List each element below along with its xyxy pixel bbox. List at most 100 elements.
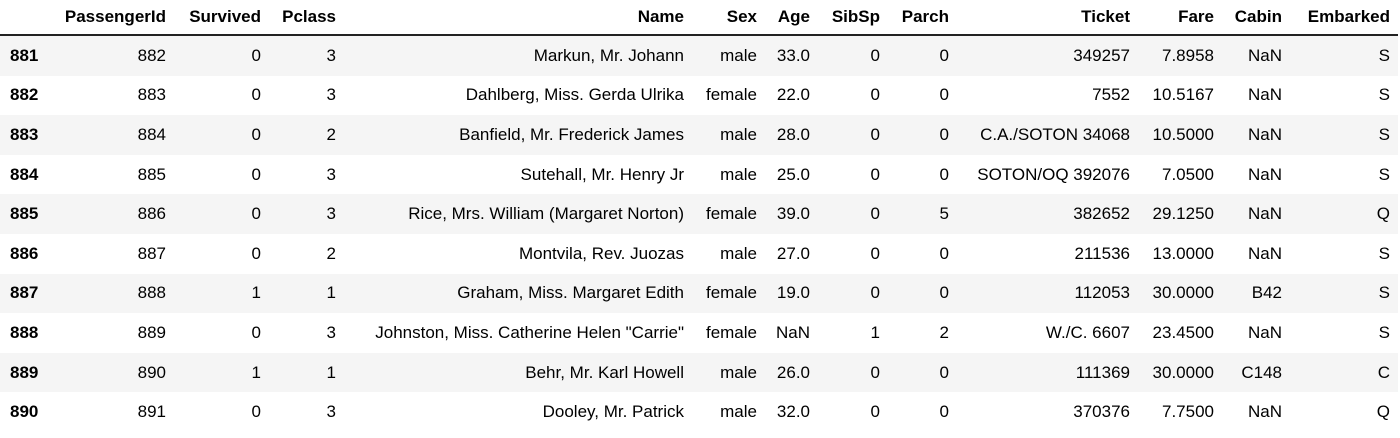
cell-fare: 7.7500 xyxy=(1162,402,1214,422)
cell-fare: 29.1250 xyxy=(1152,204,1214,224)
cell-ticket: W./C. 6607 xyxy=(1045,322,1130,342)
cell-fare: 7.8958 xyxy=(1162,45,1214,65)
cell-name: Rice, Mrs. William (Margaret Norton) xyxy=(408,204,684,224)
cell-survived: 0 xyxy=(251,322,261,342)
cell-pclass: 2 xyxy=(326,124,336,144)
cell-name: Behr, Mr. Karl Howell xyxy=(525,362,684,382)
cell-cabin: B42 xyxy=(1251,283,1282,303)
cell-parch: 0 xyxy=(939,45,949,65)
cell-age: NaN xyxy=(775,322,810,342)
cell-ticket: 370376 xyxy=(1073,402,1130,422)
cell-parch: 0 xyxy=(939,243,949,263)
column-header-fare: Fare xyxy=(1138,0,1222,36)
cell-ticket: 7552 xyxy=(1092,85,1130,105)
cell-age: 19.0 xyxy=(776,283,810,303)
cell-ticket: 211536 xyxy=(1074,243,1130,263)
cell-fare: 23.4500 xyxy=(1152,322,1214,342)
cell-ticket: SOTON/OQ 392076 xyxy=(977,164,1130,184)
column-header-survived: Survived xyxy=(174,0,269,36)
cell-sibsp: 0 xyxy=(870,362,880,382)
cell-name: Montvila, Rev. Juozas xyxy=(518,243,684,263)
column-header-pclass: Pclass xyxy=(269,0,344,36)
cell-cabin: NaN xyxy=(1247,204,1282,224)
column-header-passengerid: PassengerId xyxy=(50,0,174,36)
cell-pclass: 3 xyxy=(326,164,336,184)
cell-passengerid: 887 xyxy=(137,243,166,263)
cell-sibsp: 0 xyxy=(870,402,880,422)
cell-ticket: 112053 xyxy=(1074,283,1130,303)
cell-age: 39.0 xyxy=(776,204,810,224)
cell-sex: female xyxy=(705,283,757,303)
cell-parch: 2 xyxy=(939,322,949,342)
cell-sex: female xyxy=(705,322,757,342)
cell-survived: 0 xyxy=(251,124,261,144)
cell-fare: 30.0000 xyxy=(1152,362,1214,382)
table-row: 884 885 0 3 Sutehall, Mr. Henry Jr male 25.0 0 0… xyxy=(0,154,1398,195)
cell-embarked: S xyxy=(1378,243,1390,263)
cell-passengerid: 890 xyxy=(137,362,166,382)
table-row: 889 890 1 1 Behr, Mr. Karl Howell male 26.0 0 0 1… xyxy=(0,352,1398,393)
cell-passengerid: 883 xyxy=(137,85,166,105)
cell-cabin: NaN xyxy=(1247,124,1282,144)
column-header-ticket: Ticket xyxy=(957,0,1138,36)
cell-ticket: 111369 xyxy=(1075,362,1130,382)
row-index: 886 xyxy=(10,243,39,263)
cell-pclass: 3 xyxy=(326,45,336,65)
table-row: 882 883 0 3 Dahlberg, Miss. Gerda Ulrika fema… xyxy=(0,75,1398,116)
cell-passengerid: 882 xyxy=(137,45,166,65)
cell-survived: 0 xyxy=(251,85,261,105)
cell-fare: 7.0500 xyxy=(1162,164,1214,184)
cell-parch: 0 xyxy=(939,124,949,144)
cell-name: Banfield, Mr. Frederick James xyxy=(459,124,684,144)
cell-ticket: 349257 xyxy=(1073,45,1130,65)
cell-sibsp: 0 xyxy=(870,243,880,263)
cell-sibsp: 1 xyxy=(870,322,880,342)
cell-survived: 1 xyxy=(251,362,261,382)
cell-passengerid: 891 xyxy=(137,402,166,422)
cell-embarked: S xyxy=(1378,283,1390,303)
cell-age: 32.0 xyxy=(776,402,810,422)
cell-survived: 0 xyxy=(251,204,261,224)
table-row: 888 889 0 3 Johnston, Miss. Catherine Helen … xyxy=(0,313,1398,353)
dataframe-table: PassengerId Survived Pclass Name Sex Age SibSp… xyxy=(0,0,1398,432)
cell-fare: 13.0000 xyxy=(1152,243,1214,263)
cell-age: 22.0 xyxy=(776,85,810,105)
cell-pclass: 3 xyxy=(326,85,336,105)
cell-embarked: C xyxy=(1377,362,1390,382)
table-row: 887 888 1 1 Graham, Miss. Margaret Edith fema… xyxy=(0,273,1398,314)
table-row: 883 884 0 2 Banfield, Mr. Frederick James mal… xyxy=(0,115,1398,155)
cell-sibsp: 0 xyxy=(870,45,880,65)
row-index: 889 xyxy=(10,362,39,382)
cell-embarked: Q xyxy=(1376,402,1390,422)
cell-embarked: Q xyxy=(1376,204,1390,224)
cell-pclass: 3 xyxy=(326,402,336,422)
cell-cabin: NaN xyxy=(1247,45,1282,65)
header-row: PassengerId Survived Pclass Name Sex Age SibSp… xyxy=(0,0,1398,36)
cell-cabin: NaN xyxy=(1247,85,1282,105)
index-header xyxy=(0,0,50,36)
cell-survived: 0 xyxy=(251,402,261,422)
row-index: 888 xyxy=(10,322,39,342)
table-row: 885 886 0 3 Rice, Mrs. William (Margaret Nor… xyxy=(0,194,1398,234)
cell-cabin: NaN xyxy=(1247,164,1282,184)
cell-sex: male xyxy=(720,164,757,184)
cell-cabin: NaN xyxy=(1247,243,1282,263)
cell-sex: female xyxy=(705,85,757,105)
column-header-sibsp: SibSp xyxy=(818,0,888,36)
column-header-sex: Sex xyxy=(692,0,765,36)
cell-sex: male xyxy=(720,124,757,144)
row-index: 890 xyxy=(10,402,39,422)
cell-survived: 0 xyxy=(251,243,261,263)
cell-pclass: 3 xyxy=(326,204,336,224)
row-index: 883 xyxy=(10,124,39,144)
row-index: 882 xyxy=(10,85,39,105)
cell-sibsp: 0 xyxy=(870,164,880,184)
table-header: PassengerId Survived Pclass Name Sex Age SibSp… xyxy=(0,0,1398,36)
cell-survived: 0 xyxy=(251,164,261,184)
column-header-embarked: Embarked xyxy=(1290,0,1398,36)
cell-embarked: S xyxy=(1378,164,1390,184)
cell-name: Dooley, Mr. Patrick xyxy=(542,402,684,422)
cell-name: Graham, Miss. Margaret Edith xyxy=(457,283,684,303)
cell-age: 26.0 xyxy=(776,362,810,382)
cell-cabin: C148 xyxy=(1241,362,1282,382)
